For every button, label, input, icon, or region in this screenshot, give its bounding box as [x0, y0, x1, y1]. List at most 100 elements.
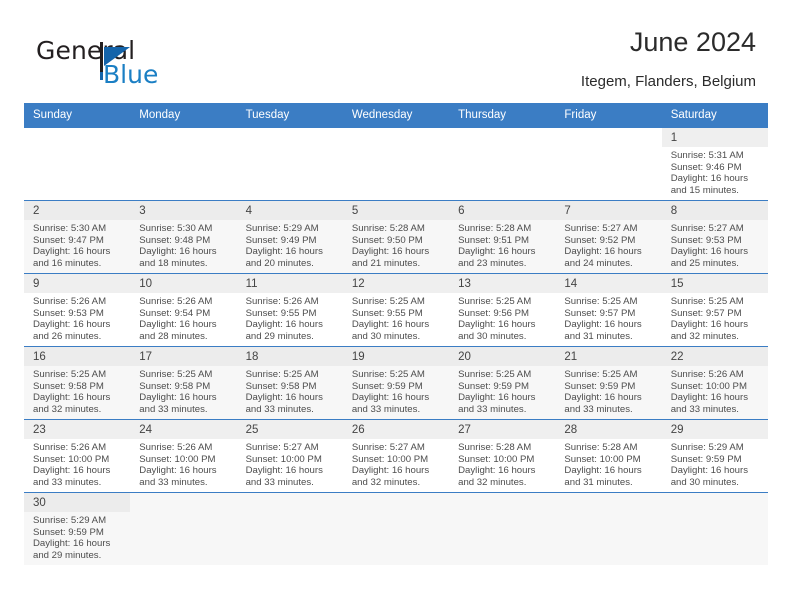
calendar-week-row: 16 Sunrise: 5:25 AM Sunset: 9:58 PM Dayligh…: [24, 346, 768, 420]
sunset-text: Sunset: 9:55 PM: [351, 307, 423, 319]
calendar-cell-empty: [555, 127, 662, 201]
daylight-text-line1: Daylight: 16 hours: [245, 246, 323, 258]
calendar-week-row: 9 Sunrise: 5:26 AM Sunset: 9:53 PM Daylight…: [24, 273, 768, 347]
day-sun-info: Sunrise: 5:28 AM Sunset: 10:00 PM Daylight…: [449, 439, 555, 488]
sunset-text: Sunset: 9:51 PM: [458, 234, 530, 246]
page-header: General Blue June 2024 Itegem, Flanders,…: [0, 0, 792, 103]
daylight-text-line2: and 31 minutes.: [564, 330, 633, 342]
daylight-text-line1: Daylight: 16 hours: [351, 246, 430, 258]
day-number: 1: [661, 128, 768, 147]
calendar-day-cell[interactable]: 27 Sunrise: 5:28 AM Sunset: 10:00 PM Daylig…: [449, 419, 556, 493]
day-sun-info: Sunrise: 5:28 AM Sunset: 9:50 PM Daylight:…: [343, 220, 449, 269]
sunrise-text: Sunrise: 5:31 AM: [670, 150, 744, 161]
day-number: 24: [130, 420, 237, 439]
sunrise-text: Sunrise: 5:25 AM: [564, 296, 638, 307]
daylight-text-line1: Daylight: 16 hours: [351, 465, 430, 477]
daylight-text-line1: Daylight: 16 hours: [458, 319, 536, 331]
calendar-day-cell[interactable]: 15 Sunrise: 5:25 AM Sunset: 9:57 PM Dayligh…: [661, 273, 768, 347]
day-sun-info: Sunrise: 5:25 AM Sunset: 9:57 PM Daylight:…: [555, 293, 661, 342]
daylight-text-line1: Daylight: 16 hours: [33, 538, 111, 550]
calendar-day-cell[interactable]: 12 Sunrise: 5:25 AM Sunset: 9:55 PM Dayligh…: [342, 273, 450, 347]
sunrise-text: Sunrise: 5:25 AM: [139, 369, 213, 380]
calendar-day-cell[interactable]: 24 Sunrise: 5:26 AM Sunset: 10:00 PM Daylig…: [130, 419, 237, 493]
sunrise-text: Sunrise: 5:29 AM: [33, 515, 107, 526]
sunrise-text: Sunrise: 5:28 AM: [351, 223, 425, 234]
calendar-day-cell[interactable]: 7 Sunrise: 5:27 AM Sunset: 9:52 PM Daylight…: [555, 200, 662, 274]
calendar-day-cell[interactable]: 19 Sunrise: 5:25 AM Sunset: 9:59 PM Dayligh…: [342, 346, 450, 420]
day-sun-info: Sunrise: 5:30 AM Sunset: 9:48 PM Daylight:…: [130, 220, 236, 269]
calendar-day-cell[interactable]: 21 Sunrise: 5:25 AM Sunset: 9:59 PM Dayligh…: [555, 346, 662, 420]
calendar-day-cell[interactable]: 10 Sunrise: 5:26 AM Sunset: 9:54 PM Dayligh…: [130, 273, 237, 347]
sunset-text: Sunset: 10:00 PM: [245, 453, 322, 465]
sunset-text: Sunset: 9:57 PM: [564, 307, 636, 319]
daylight-text-line2: and 33 minutes.: [139, 403, 208, 415]
calendar-day-cell[interactable]: 6 Sunrise: 5:28 AM Sunset: 9:51 PM Daylight…: [449, 200, 556, 274]
daylight-text-line2: and 33 minutes.: [139, 476, 208, 488]
calendar-day-cell[interactable]: 3 Sunrise: 5:30 AM Sunset: 9:48 PM Daylight…: [130, 200, 237, 274]
calendar-week-row: 1 Sunrise: 5:31 AM Sunset: 9:46 PM Daylight…: [24, 127, 768, 201]
day-sun-info: Sunrise: 5:25 AM Sunset: 9:58 PM Daylight:…: [237, 366, 343, 415]
calendar-day-cell[interactable]: 2 Sunrise: 5:30 AM Sunset: 9:47 PM Daylight…: [24, 200, 131, 274]
sunset-text: Sunset: 9:59 PM: [351, 380, 423, 392]
day-number: 28: [555, 420, 662, 439]
sunset-text: Sunset: 10:00 PM: [351, 453, 429, 465]
daylight-text-line1: Daylight: 16 hours: [139, 319, 217, 331]
calendar-day-cell[interactable]: 14 Sunrise: 5:25 AM Sunset: 9:57 PM Dayligh…: [555, 273, 662, 347]
sunrise-text: Sunrise: 5:25 AM: [245, 369, 319, 380]
daylight-text-line1: Daylight: 16 hours: [670, 246, 749, 258]
day-number: 18: [236, 347, 343, 366]
daylight-text-line2: and 24 minutes.: [564, 257, 633, 269]
calendar-day-cell[interactable]: 16 Sunrise: 5:25 AM Sunset: 9:58 PM Dayligh…: [24, 346, 131, 420]
calendar-day-cell[interactable]: 18 Sunrise: 5:25 AM Sunset: 9:58 PM Dayligh…: [236, 346, 343, 420]
daylight-text-line1: Daylight: 16 hours: [670, 173, 749, 185]
calendar-day-cell[interactable]: 28 Sunrise: 5:28 AM Sunset: 10:00 PM Daylig…: [555, 419, 662, 493]
daylight-text-line1: Daylight: 16 hours: [564, 465, 642, 477]
calendar-cell-empty: [661, 492, 768, 565]
calendar-day-cell[interactable]: 23 Sunrise: 5:26 AM Sunset: 10:00 PM Daylig…: [24, 419, 131, 493]
calendar-day-cell[interactable]: 20 Sunrise: 5:25 AM Sunset: 9:59 PM Dayligh…: [449, 346, 556, 420]
calendar-day-cell[interactable]: 30 Sunrise: 5:29 AM Sunset: 9:59 PM Dayligh…: [24, 492, 131, 565]
calendar-day-cell[interactable]: 1 Sunrise: 5:31 AM Sunset: 9:46 PM Daylight…: [661, 127, 768, 201]
general-blue-logo[interactable]: General Blue: [36, 36, 216, 90]
calendar-day-cell[interactable]: 26 Sunrise: 5:27 AM Sunset: 10:00 PM Daylig…: [342, 419, 450, 493]
sunrise-text: Sunrise: 5:26 AM: [670, 369, 744, 380]
daylight-text-line1: Daylight: 16 hours: [458, 392, 536, 404]
calendar-day-cell[interactable]: 4 Sunrise: 5:29 AM Sunset: 9:49 PM Daylight…: [236, 200, 343, 274]
sunset-text: Sunset: 9:50 PM: [351, 234, 423, 246]
day-number: 30: [24, 493, 131, 512]
daylight-text-line1: Daylight: 16 hours: [458, 246, 536, 258]
sunset-text: Sunset: 9:55 PM: [245, 307, 317, 319]
sunset-text: Sunset: 10:00 PM: [670, 380, 747, 392]
day-sun-info: Sunrise: 5:27 AM Sunset: 9:53 PM Daylight:…: [662, 220, 768, 269]
daylight-text-line1: Daylight: 16 hours: [564, 246, 642, 258]
calendar-day-cell[interactable]: 8 Sunrise: 5:27 AM Sunset: 9:53 PM Daylight…: [661, 200, 768, 274]
calendar-day-cell[interactable]: 11 Sunrise: 5:26 AM Sunset: 9:55 PM Dayligh…: [236, 273, 343, 347]
calendar-day-cell[interactable]: 29 Sunrise: 5:29 AM Sunset: 9:59 PM Dayligh…: [661, 419, 768, 493]
calendar-day-cell[interactable]: 9 Sunrise: 5:26 AM Sunset: 9:53 PM Daylight…: [24, 273, 131, 347]
calendar-header-row: Sunday Monday Tuesday Wednesday Thursday…: [24, 103, 768, 128]
day-sun-info: Sunrise: 5:27 AM Sunset: 10:00 PM Daylight…: [343, 439, 449, 488]
day-sun-info: Sunrise: 5:26 AM Sunset: 9:55 PM Daylight:…: [237, 293, 343, 342]
sunrise-text: Sunrise: 5:26 AM: [139, 442, 213, 453]
sunrise-text: Sunrise: 5:28 AM: [458, 223, 532, 234]
daylight-text-line1: Daylight: 16 hours: [670, 319, 749, 331]
sunset-text: Sunset: 9:58 PM: [245, 380, 317, 392]
daylight-text-line2: and 30 minutes.: [351, 330, 421, 342]
day-sun-info: Sunrise: 5:27 AM Sunset: 9:52 PM Daylight:…: [555, 220, 661, 269]
sunset-text: Sunset: 10:00 PM: [139, 453, 216, 465]
sunrise-text: Sunrise: 5:28 AM: [564, 442, 638, 453]
calendar-day-cell[interactable]: 22 Sunrise: 5:26 AM Sunset: 10:00 PM Daylig…: [661, 346, 768, 420]
weekday-header-friday: Friday: [555, 103, 662, 128]
day-sun-info: Sunrise: 5:31 AM Sunset: 9:46 PM Daylight:…: [662, 147, 768, 196]
calendar-day-cell[interactable]: 5 Sunrise: 5:28 AM Sunset: 9:50 PM Daylight…: [342, 200, 450, 274]
daylight-text-line2: and 31 minutes.: [564, 476, 633, 488]
sunset-text: Sunset: 9:52 PM: [564, 234, 636, 246]
daylight-text-line2: and 30 minutes.: [458, 330, 527, 342]
calendar-cell-empty: [130, 127, 237, 201]
calendar-day-cell[interactable]: 25 Sunrise: 5:27 AM Sunset: 10:00 PM Daylig…: [236, 419, 343, 493]
calendar-day-cell[interactable]: 17 Sunrise: 5:25 AM Sunset: 9:58 PM Dayligh…: [130, 346, 237, 420]
day-number: 23: [24, 420, 131, 439]
sunrise-text: Sunrise: 5:27 AM: [564, 223, 638, 234]
daylight-text-line1: Daylight: 16 hours: [564, 392, 642, 404]
calendar-day-cell[interactable]: 13 Sunrise: 5:25 AM Sunset: 9:56 PM Dayligh…: [449, 273, 556, 347]
